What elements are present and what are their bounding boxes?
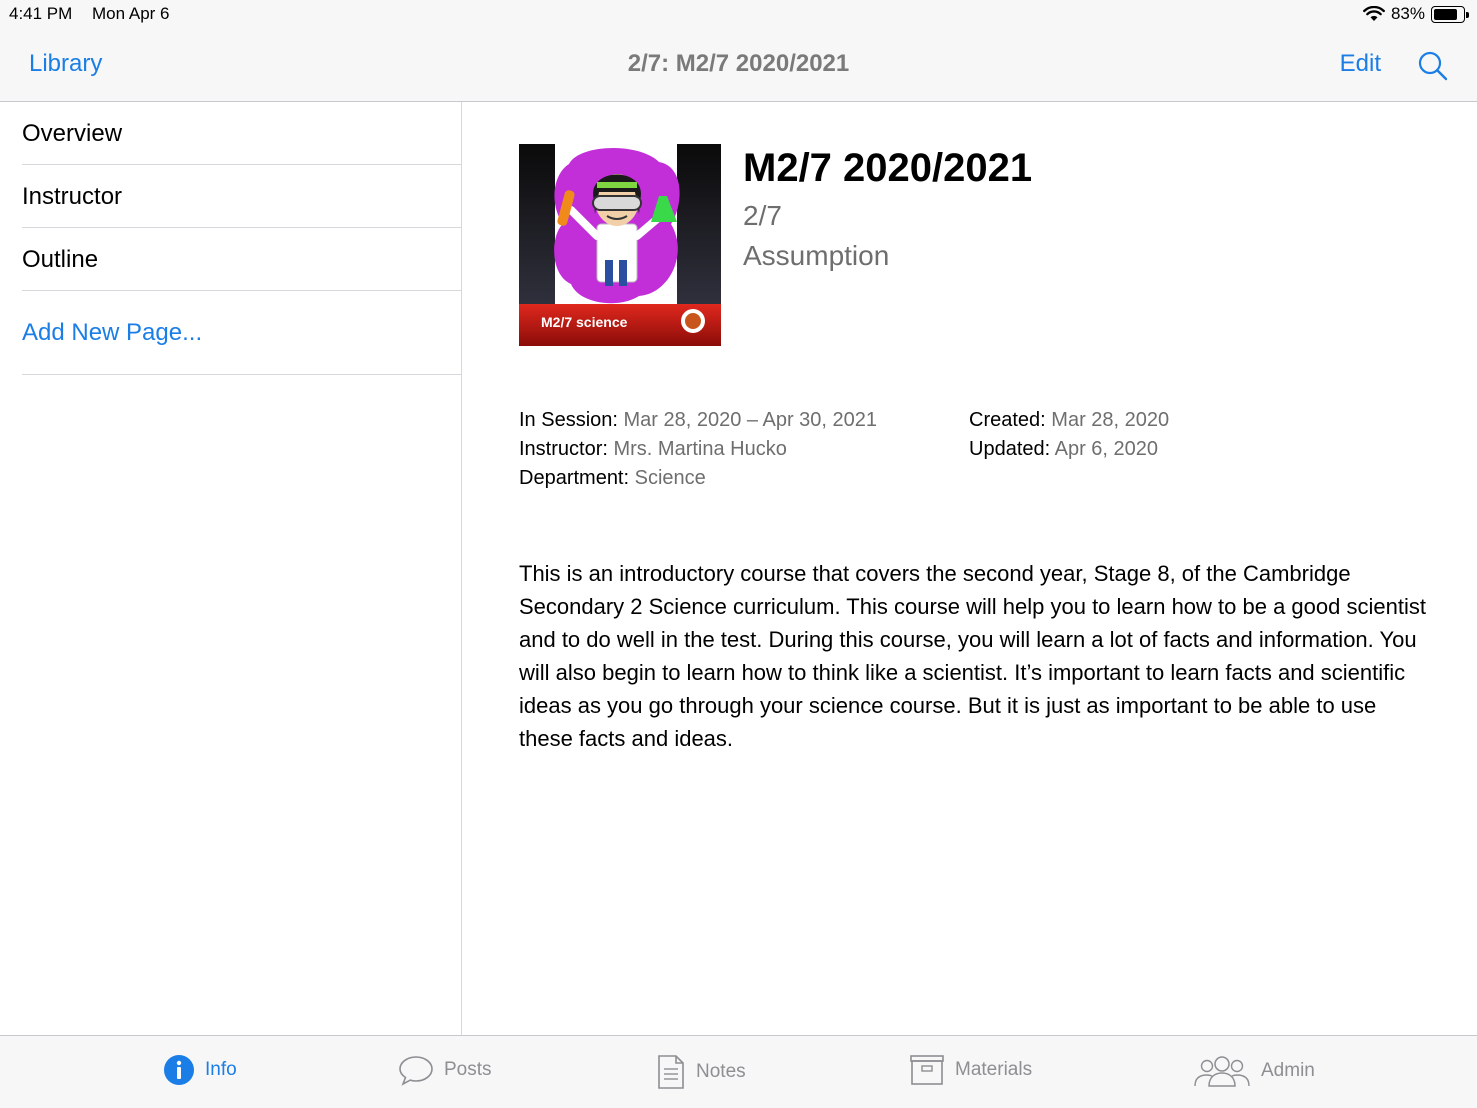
tab-admin[interactable]: Admin bbox=[1193, 1054, 1315, 1088]
tab-materials[interactable]: Materials bbox=[909, 1054, 1032, 1086]
status-indicators: 83% bbox=[1363, 4, 1469, 24]
document-icon bbox=[658, 1055, 684, 1089]
tab-materials-label: Materials bbox=[955, 1059, 1033, 1080]
course-title: M2/7 2020/2021 bbox=[743, 146, 1033, 190]
add-new-page-link[interactable]: Add New Page... bbox=[22, 291, 462, 375]
course-code: 2/7 bbox=[743, 200, 782, 231]
battery-level bbox=[1434, 8, 1458, 20]
status-bar: 4:41 PM Mon Apr 6 83% bbox=[0, 0, 1477, 28]
sidebar: Overview Instructor Outline Add New Page… bbox=[0, 102, 462, 1035]
updated-row: Updated: Apr 6, 2020 bbox=[969, 435, 1169, 464]
session-label: In Session: bbox=[519, 409, 618, 431]
tab-info[interactable]: Info bbox=[163, 1054, 237, 1086]
tab-posts-label: Posts bbox=[444, 1059, 492, 1080]
cover-caption: M2/7 science bbox=[541, 314, 628, 330]
session-value: Mar 28, 2020 – Apr 30, 2021 bbox=[623, 409, 878, 431]
updated-value: Apr 6, 2020 bbox=[1054, 438, 1159, 460]
department-row: Department: Science bbox=[519, 464, 877, 493]
speech-bubble-icon bbox=[399, 1056, 433, 1086]
edit-button[interactable]: Edit bbox=[1340, 50, 1381, 78]
tab-bar: Info Posts Notes Materials Admin bbox=[0, 1035, 1477, 1108]
tab-notes-label: Notes bbox=[696, 1061, 746, 1082]
page-title: 2/7: M2/7 2020/2021 bbox=[627, 50, 850, 77]
battery-icon bbox=[1431, 5, 1469, 23]
course-cover-image: M2/7 science bbox=[519, 144, 721, 346]
sidebar-item-outline[interactable]: Outline bbox=[22, 228, 462, 291]
course-school: Assumption bbox=[743, 240, 890, 271]
sidebar-item-overview[interactable]: Overview bbox=[22, 102, 462, 165]
search-icon[interactable] bbox=[1417, 50, 1449, 82]
tab-notes[interactable]: Notes bbox=[656, 1054, 746, 1090]
department-value: Science bbox=[634, 467, 706, 489]
battery-percent: 83% bbox=[1390, 4, 1425, 23]
updated-label: Updated: bbox=[969, 438, 1051, 460]
course-meta-right: Created: Mar 28, 2020 Updated: Apr 6, 20… bbox=[969, 406, 1169, 464]
created-label: Created: bbox=[969, 409, 1046, 431]
info-icon bbox=[164, 1055, 194, 1085]
tab-info-label: Info bbox=[205, 1059, 237, 1080]
department-label: Department: bbox=[519, 467, 630, 489]
sidebar-item-instructor[interactable]: Instructor bbox=[22, 165, 462, 228]
people-icon bbox=[1194, 1056, 1250, 1087]
created-row: Created: Mar 28, 2020 bbox=[969, 406, 1169, 435]
archive-box-icon bbox=[910, 1055, 944, 1085]
status-time: 4:41 PM bbox=[9, 4, 73, 23]
tab-admin-label: Admin bbox=[1261, 1060, 1315, 1081]
course-info-panel: M2/7 science M2/7 2020/2021 2/7 Assumpti… bbox=[463, 102, 1477, 1035]
instructor-row: Instructor: Mrs. Martina Hucko bbox=[519, 435, 877, 464]
status-date: Mon Apr 6 bbox=[92, 4, 170, 23]
course-meta-left: In Session: Mar 28, 2020 – Apr 30, 2021 … bbox=[519, 406, 877, 493]
course-description: This is an introductory course that cove… bbox=[519, 561, 1426, 751]
instructor-value: Mrs. Martina Hucko bbox=[613, 438, 787, 460]
tab-posts[interactable]: Posts bbox=[398, 1054, 492, 1086]
created-value: Mar 28, 2020 bbox=[1051, 409, 1170, 431]
session-row: In Session: Mar 28, 2020 – Apr 30, 2021 bbox=[519, 406, 877, 435]
instructor-label: Instructor: bbox=[519, 438, 608, 460]
wifi-icon bbox=[1363, 6, 1385, 21]
navigation-bar: Library 2/7: M2/7 2020/2021 Edit bbox=[0, 28, 1477, 102]
